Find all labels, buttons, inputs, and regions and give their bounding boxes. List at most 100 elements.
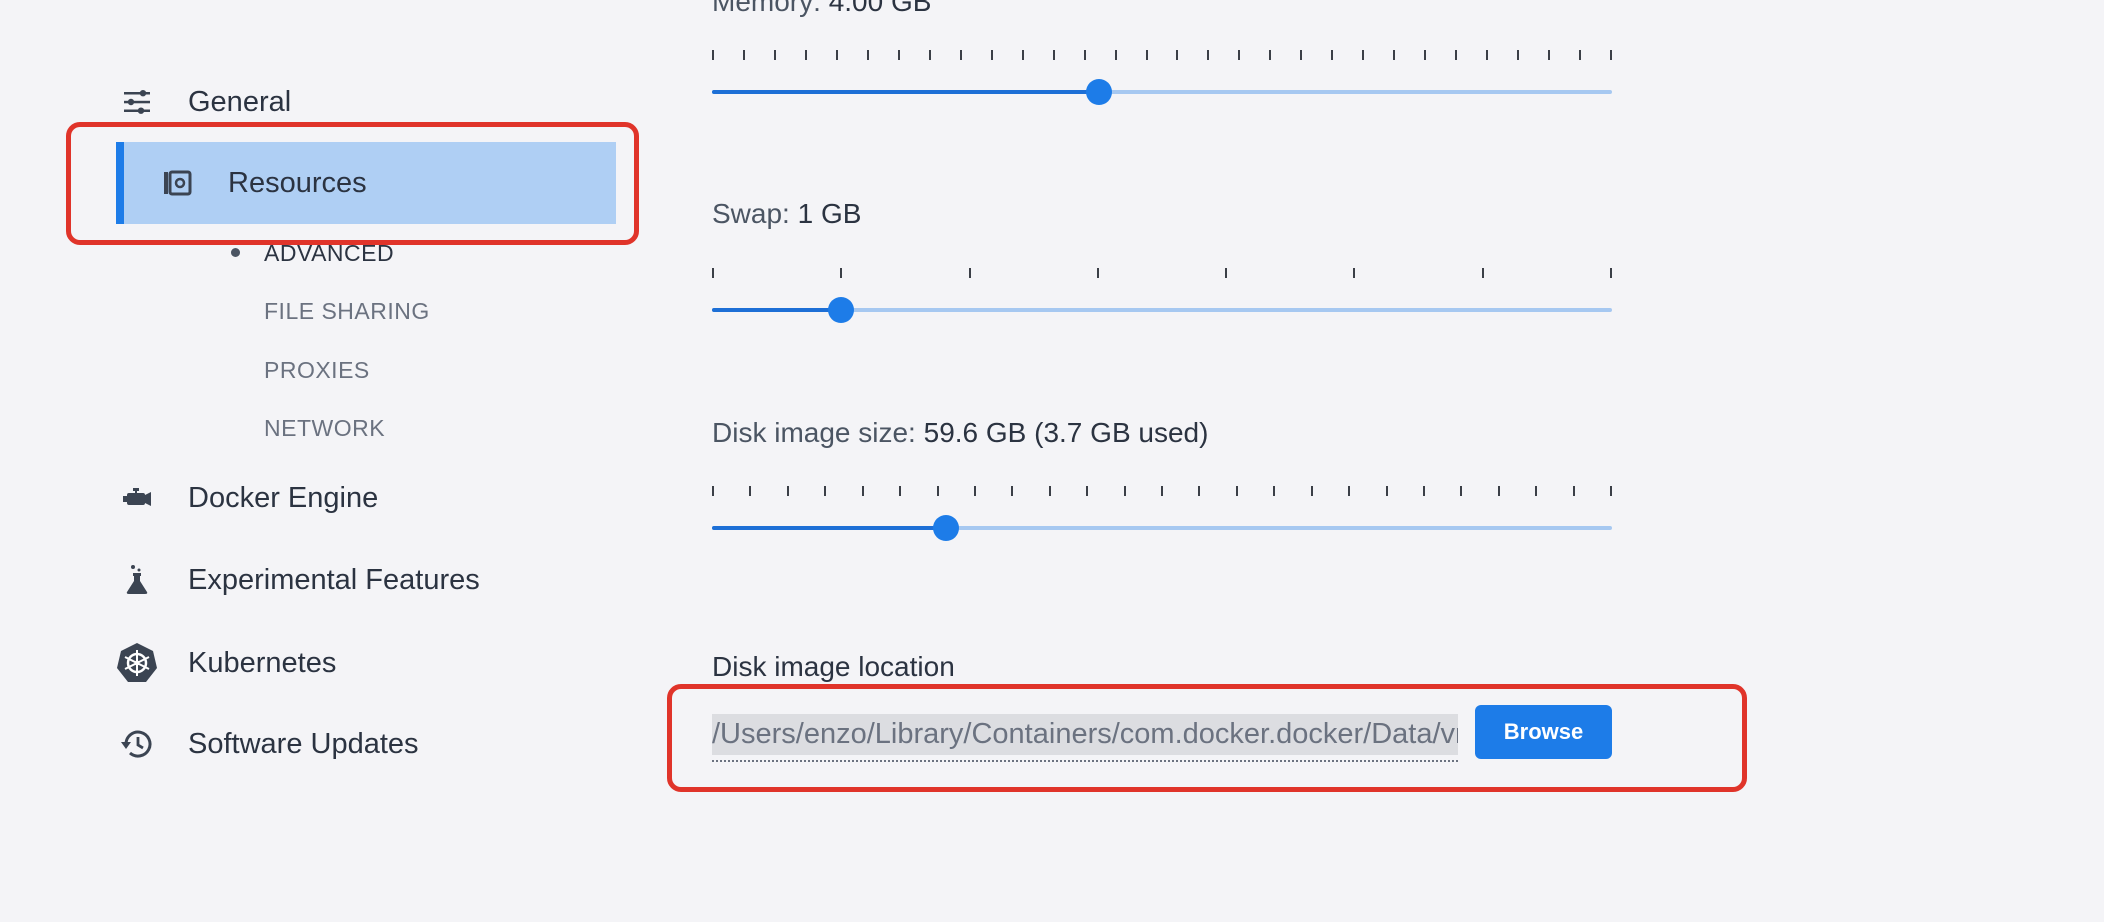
slider-tick	[929, 50, 931, 60]
slider-tick	[960, 50, 962, 60]
swap-slider-ticks	[712, 268, 1612, 280]
memory-slider[interactable]	[712, 50, 1612, 110]
sidebar-item-kubernetes[interactable]: Kubernetes	[116, 622, 616, 704]
slider-tick	[1424, 50, 1426, 60]
slider-tick	[969, 268, 971, 278]
slider-tick	[1238, 50, 1240, 60]
slider-tick	[1610, 268, 1612, 278]
slider-tick	[1573, 486, 1575, 496]
slider-tick	[1236, 486, 1238, 496]
slider-tick	[1124, 486, 1126, 496]
slider-tick	[1146, 50, 1148, 60]
slider-tick	[1517, 50, 1519, 60]
memory-slider-thumb[interactable]	[1086, 79, 1112, 105]
memory-slider-ticks	[712, 50, 1612, 62]
slider-tick	[743, 50, 745, 60]
slider-tick	[867, 50, 869, 60]
slider-tick	[1011, 486, 1013, 496]
swap-slider[interactable]	[712, 268, 1612, 328]
slider-tick	[898, 50, 900, 60]
slider-tick	[1535, 486, 1537, 496]
disk-location-path: /Users/enzo/Library/Containers/com.docke…	[712, 714, 1458, 755]
memory-label: Memory: 4.00 GB	[712, 0, 932, 17]
disk-size-label: Disk image size: 59.6 GB (3.7 GB used)	[712, 417, 1209, 448]
subitem-proxies[interactable]: PROXIES	[264, 357, 370, 384]
slider-tick	[1548, 50, 1550, 60]
sidebar-item-experimental-features[interactable]: Experimental Features	[116, 539, 616, 621]
slider-tick	[1362, 50, 1364, 60]
slider-tick	[1498, 486, 1500, 496]
disk-size-slider[interactable]	[712, 486, 1612, 546]
slider-tick	[1579, 50, 1581, 60]
slider-tick	[1225, 268, 1227, 278]
slider-tick	[1022, 50, 1024, 60]
slider-tick	[1207, 50, 1209, 60]
resources-advanced-panel: Memory: 4.00 GB Swap: 1 GB Disk image si…	[712, 0, 2104, 922]
slider-tick	[1311, 486, 1313, 496]
slider-tick	[774, 50, 776, 60]
slider-tick	[824, 486, 826, 496]
slider-tick	[749, 486, 751, 496]
slider-tick	[1482, 268, 1484, 278]
slider-tick	[1084, 50, 1086, 60]
subitem-file-sharing[interactable]: FILE SHARING	[264, 298, 430, 325]
subitem-advanced[interactable]: ADVANCED	[264, 240, 394, 267]
slider-tick	[1273, 486, 1275, 496]
slider-tick	[712, 268, 714, 278]
resources-icon	[156, 162, 198, 204]
slider-tick	[787, 486, 789, 496]
swap-slider-fill	[712, 308, 841, 312]
slider-tick	[1393, 50, 1395, 60]
swap-label: Swap: 1 GB	[712, 198, 862, 229]
slider-tick	[1097, 268, 1099, 278]
slider-tick	[1198, 486, 1200, 496]
slider-tick	[840, 268, 842, 278]
slider-tick	[1300, 50, 1302, 60]
disk-size-slider-ticks	[712, 486, 1612, 498]
slider-tick	[1086, 486, 1088, 496]
slider-tick	[991, 50, 993, 60]
slider-tick	[1423, 486, 1425, 496]
slider-tick	[1331, 50, 1333, 60]
browse-button[interactable]: Browse	[1475, 705, 1612, 759]
disk-size-slider-thumb[interactable]	[933, 515, 959, 541]
sidebar-item-resources[interactable]: Resources	[116, 142, 616, 224]
swap-slider-thumb[interactable]	[828, 297, 854, 323]
disk-location-field[interactable]: /Users/enzo/Library/Containers/com.docke…	[712, 714, 1458, 762]
disk-location-label: Disk image location	[712, 651, 955, 682]
slider-tick	[937, 486, 939, 496]
sidebar-item-label: General	[188, 85, 292, 118]
slider-tick	[805, 50, 807, 60]
subitem-network[interactable]: NETWORK	[264, 415, 385, 442]
slider-tick	[1610, 50, 1612, 60]
slider-tick	[836, 50, 838, 60]
flask-icon	[116, 559, 158, 601]
docker-preferences-window: General Resources ADVANCED FILE SHARING …	[0, 0, 2104, 922]
sidebar-item-label: Docker Engine	[188, 481, 379, 514]
sidebar-item-label: Experimental Features	[188, 563, 480, 596]
slider-tick	[862, 486, 864, 496]
slider-tick	[1176, 50, 1178, 60]
sidebar-item-software-updates[interactable]: Software Updates	[116, 703, 616, 785]
disk-size-slider-fill	[712, 526, 946, 530]
slider-tick	[1269, 50, 1271, 60]
memory-slider-fill	[712, 90, 1099, 94]
slider-tick	[1460, 486, 1462, 496]
slider-tick	[1486, 50, 1488, 60]
sidebar-item-docker-engine[interactable]: Docker Engine	[116, 457, 616, 539]
engine-icon	[116, 477, 158, 519]
slider-tick	[974, 486, 976, 496]
sidebar-item-general[interactable]: General	[116, 61, 616, 143]
sidebar-item-label: Software Updates	[188, 727, 419, 760]
slider-tick	[1049, 486, 1051, 496]
slider-tick	[1610, 486, 1612, 496]
slider-tick	[899, 486, 901, 496]
sidebar-item-label: Resources	[228, 166, 367, 199]
slider-tick	[1348, 486, 1350, 496]
slider-tick	[712, 486, 714, 496]
current-subitem-bullet	[231, 248, 240, 257]
slider-tick	[1053, 50, 1055, 60]
sidebar: General Resources ADVANCED FILE SHARING …	[0, 0, 660, 922]
helm-wheel-icon	[116, 642, 158, 684]
slider-tick	[1161, 486, 1163, 496]
